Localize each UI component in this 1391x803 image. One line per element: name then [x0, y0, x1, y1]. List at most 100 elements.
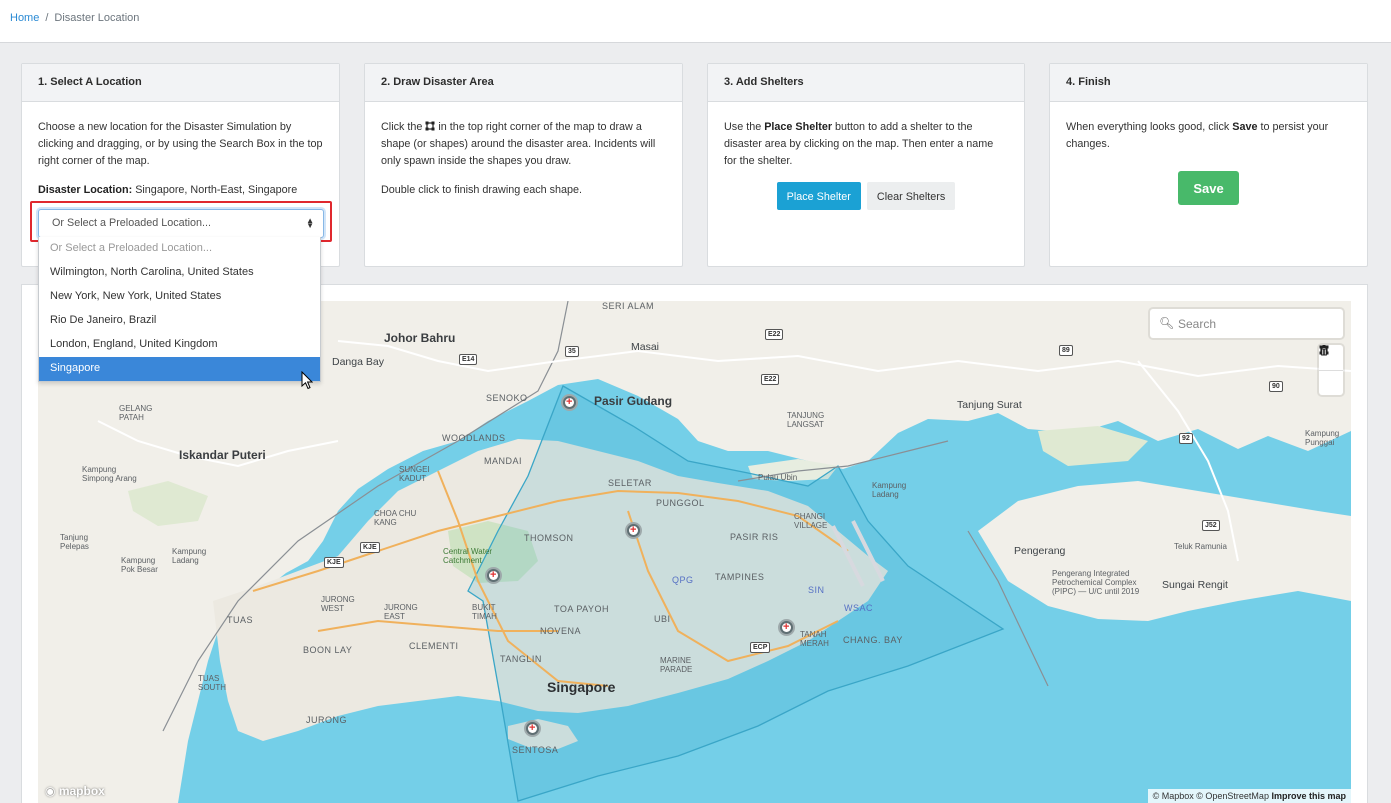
trash-control[interactable] [1319, 345, 1343, 395]
shelter-cross-icon: + [783, 621, 790, 633]
map-label-changi-village: CHANGI VILLAGE [794, 512, 828, 530]
map-label-bukit-timah: BUKIT TIMAH [472, 603, 497, 621]
step-finish-card: 4. Finish When everything looks good, cl… [1049, 63, 1368, 267]
map-label-kampung-pok-besar: Kampung Pok Besar [121, 556, 158, 574]
map-label-tanjung-surat: Tanjung Surat [957, 399, 1022, 411]
road-shield: KJE [324, 557, 344, 568]
search-icon: 🔍︎ [1159, 316, 1175, 330]
map-label-wsac-airport: WSAC [844, 603, 873, 613]
place-shelter-button[interactable]: Place Shelter [776, 182, 861, 210]
map-label-pasir-ris: PASIR RIS [730, 532, 779, 542]
attribution-text[interactable]: © Mapbox © OpenStreetMap [1153, 791, 1269, 801]
shelter-cross-icon: + [529, 722, 536, 734]
step-3-text-before: Use the [724, 121, 762, 133]
map-label-novena: NOVENA [540, 626, 582, 636]
shelter-marker-pasir-gudang[interactable]: + [561, 394, 578, 411]
step-draw-area-card: 2. Draw Disaster Area Click the in the t… [364, 63, 683, 267]
step-2-text-after: in the top right corner of the map to dr… [381, 121, 656, 167]
disaster-location-label: Disaster Location: [38, 184, 133, 196]
map-label-danga-bay: Danga Bay [332, 356, 384, 368]
map-label-clementi: CLEMENTI [409, 641, 459, 651]
road-shield: J52 [1202, 520, 1220, 531]
option-wilmington[interactable]: Wilmington, North Carolina, United State… [39, 261, 320, 285]
map-label-teluk-ramunia: Teluk Ramunia [1174, 542, 1227, 551]
step-2-title: 2. Draw Disaster Area [365, 64, 682, 102]
step-add-shelters-card: 3. Add Shelters Use the Place Shelter bu… [707, 63, 1025, 267]
map-label-central-water-catchment: Central Water Catchment [443, 547, 493, 565]
breadcrumb: Home / Disaster Location [10, 12, 139, 24]
option-singapore[interactable]: Singapore [39, 357, 320, 381]
draw-polygon-icon [425, 121, 435, 133]
map-label-tanjung-pelepas: Tanjung Pelepas [60, 533, 89, 551]
map-label-pasir-gudang: Pasir Gudang [594, 394, 673, 408]
shelter-marker-seletar[interactable]: + [625, 522, 642, 539]
step-3-text-bold: Place Shelter [764, 121, 833, 133]
save-button[interactable]: Save [1178, 171, 1239, 205]
option-rio[interactable]: Rio De Janeiro, Brazil [39, 309, 320, 333]
map-label-seletar: SELETAR [608, 478, 652, 488]
step-2-text-before: Click the [381, 121, 423, 133]
breadcrumb-current: Disaster Location [54, 12, 140, 24]
breadcrumb-home-link[interactable]: Home [10, 12, 39, 24]
top-bar: Home / Disaster Location [0, 0, 1391, 43]
map-label-choa-chu-kang: CHOA CHU KANG [374, 509, 417, 527]
map-label-tuas: TUAS [227, 615, 254, 625]
map-label-jurong: JURONG [306, 715, 347, 725]
option-placeholder[interactable]: Or Select a Preloaded Location... [39, 237, 320, 261]
map-label-tanjung-langsat: TANJUNG LANGSAT [787, 411, 825, 429]
option-new-york[interactable]: New York, New York, United States [39, 285, 320, 309]
map-label-jurong-west: JURONG WEST [321, 595, 355, 613]
road-shield: 35 [565, 346, 579, 357]
step-4-description: When everything looks good, click Save t… [1066, 119, 1351, 153]
map-label-tuas-south: TUAS SOUTH [198, 674, 226, 692]
select-arrows-icon: ▲ ▼ [306, 216, 314, 230]
step-3-description: Use the Place Shelter button to add a sh… [724, 119, 1008, 170]
mapbox-logo[interactable]: ◉ mapbox [45, 784, 105, 798]
map-label-senoko: SENOKO [486, 393, 528, 403]
step-1-title: 1. Select A Location [22, 64, 339, 102]
step-4-text-bold: Save [1232, 121, 1258, 133]
clear-shelters-button[interactable]: Clear Shelters [866, 182, 956, 210]
map-label-tanah-merah: TANAH MERAH [800, 630, 829, 648]
preloaded-location-select[interactable]: Or Select a Preloaded Location... ▲ ▼ [38, 209, 324, 238]
map-label-toa-payoh: TOA PAYOH [554, 604, 610, 614]
map-label-chang-bay: CHANG. BAY [843, 635, 903, 645]
map-search-input[interactable]: 🔍︎ Search [1150, 309, 1343, 338]
step-1-description: Choose a new location for the Disaster S… [38, 121, 323, 167]
shelter-marker-central[interactable]: + [485, 567, 502, 584]
road-shield: 89 [1059, 345, 1073, 356]
mapbox-logo-text: mapbox [58, 784, 105, 798]
map-label-pulau-ubin: Pulau Ubin [758, 473, 798, 482]
map-label-sentosa: SENTOSA [512, 745, 559, 755]
map-label-boon-lay: BOON LAY [303, 645, 353, 655]
map-label-qpg-airport: QPG [672, 575, 694, 585]
map-label-kampung-ladang-west: Kampung Ladang [172, 547, 207, 565]
draw-controls [1319, 345, 1343, 395]
disaster-location-line: Disaster Location: Singapore, North-East… [38, 182, 323, 199]
step-3-title: 3. Add Shelters [708, 64, 1024, 102]
map-search-placeholder: Search [1178, 317, 1217, 331]
road-shield: E22 [765, 329, 784, 340]
step-2-description: Click the in the top right corner of the… [381, 119, 666, 170]
map-label-masai: Masai [631, 341, 660, 353]
map-label-tampines: TAMPINES [715, 572, 765, 582]
road-shield: ECP [750, 642, 771, 653]
option-london[interactable]: London, England, United Kingdom [39, 333, 320, 357]
map-label-thomson: THOMSON [524, 533, 574, 543]
shelter-cross-icon: + [566, 396, 573, 408]
map-label-sungei-kadut: SUNGEI KADUT [399, 465, 430, 483]
shelter-marker-sentosa[interactable]: + [524, 720, 541, 737]
breadcrumb-separator: / [45, 12, 49, 24]
shelter-cross-icon: + [490, 569, 497, 581]
map-label-ubi: UBI [654, 614, 671, 624]
map-label-sin-airport: SIN [808, 585, 825, 595]
map-label-punggol: PUNGGOL [656, 498, 705, 508]
improve-map-link[interactable]: Improve this map [1271, 791, 1346, 801]
road-shield: E14 [459, 354, 478, 365]
shelter-marker-east[interactable]: + [778, 619, 795, 636]
map-label-marine-parade: MARINE PARADE [660, 656, 693, 674]
trash-icon [1319, 345, 1329, 356]
step-4-text-before: When everything looks good, click [1066, 121, 1230, 133]
road-shield: KJE [360, 542, 380, 553]
map-label-pengerang: Pengerang [1014, 545, 1066, 557]
